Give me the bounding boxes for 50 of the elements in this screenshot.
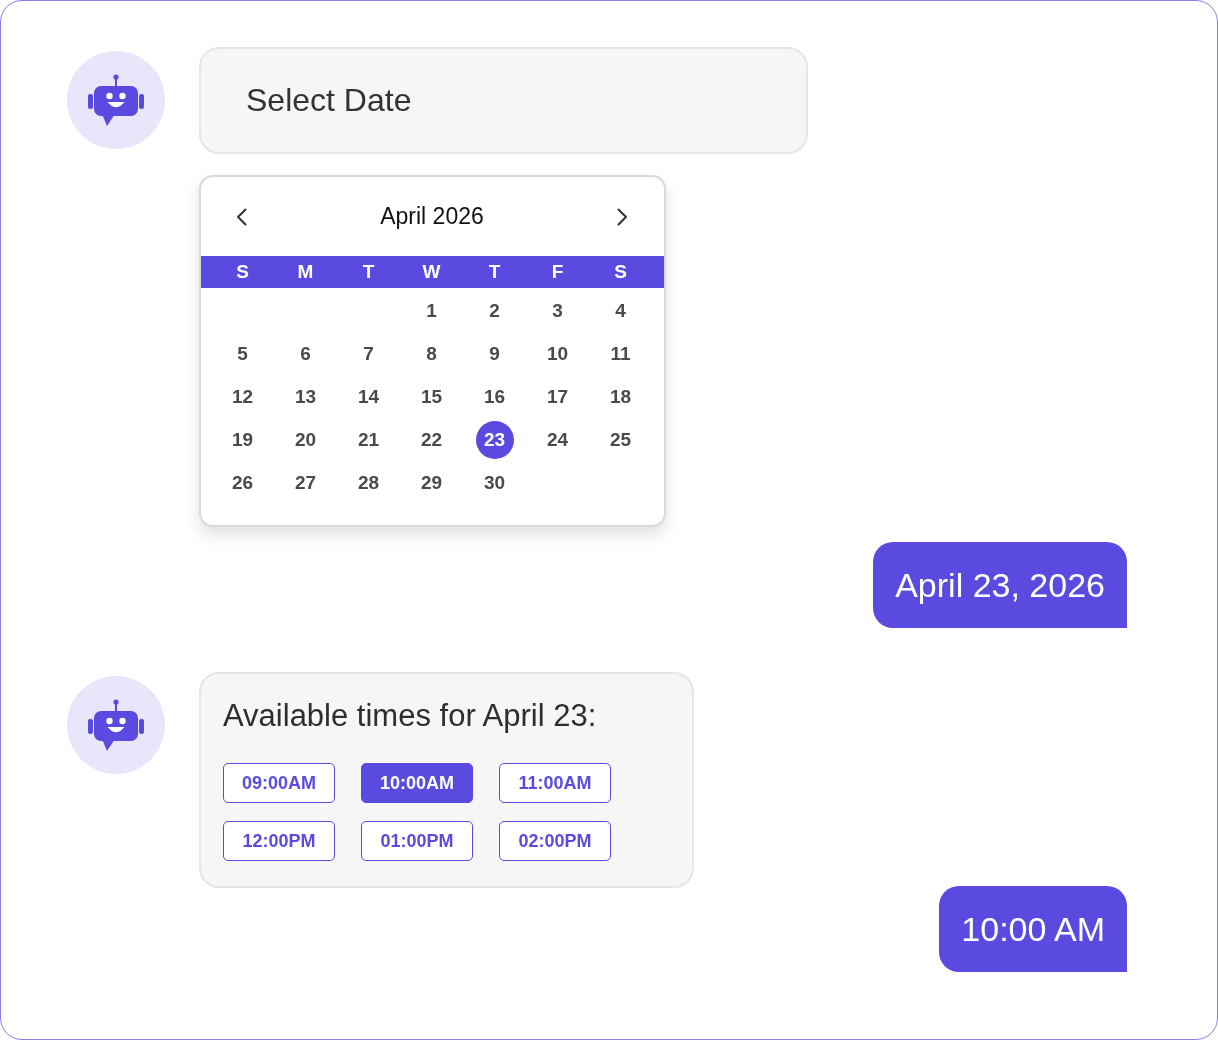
calendar-day[interactable]: 27 <box>286 463 325 502</box>
bot-message-bubble: Select Date <box>199 47 808 154</box>
calendar-day[interactable]: 24 <box>538 420 577 459</box>
time-slot-button[interactable]: 12:00PM <box>223 821 335 861</box>
weekday-label: S <box>236 261 249 283</box>
calendar-day[interactable]: 17 <box>538 377 577 416</box>
time-slot-button[interactable]: 02:00PM <box>499 821 611 861</box>
time-slot-button[interactable]: 10:00AM <box>361 763 473 803</box>
calendar-day[interactable]: 29 <box>412 463 451 502</box>
calendar-day[interactable]: 2 <box>475 291 514 330</box>
calendar-day[interactable]: 3 <box>538 291 577 330</box>
calendar-day[interactable]: 11 <box>601 334 640 373</box>
calendar-day[interactable]: 5 <box>223 334 262 373</box>
weekday-label: T <box>488 261 501 283</box>
user-message-bubble: April 23, 2026 <box>873 542 1127 628</box>
calendar-day[interactable]: 25 <box>601 420 640 459</box>
calendar-day[interactable]: 26 <box>223 463 262 502</box>
calendar-day[interactable]: 30 <box>475 463 514 502</box>
calendar-day[interactable]: 12 <box>223 377 262 416</box>
calendar-day[interactable]: 22 <box>412 420 451 459</box>
calendar-day[interactable]: 15 <box>412 377 451 416</box>
chevron-right-icon[interactable] <box>617 207 628 226</box>
weekday-label: W <box>422 261 441 283</box>
calendar-day[interactable]: 16 <box>475 377 514 416</box>
calendar-day[interactable]: 14 <box>349 377 388 416</box>
calendar-day[interactable]: 9 <box>475 334 514 373</box>
calendar-day[interactable]: 10 <box>538 334 577 373</box>
weekday-label: T <box>362 261 375 283</box>
calendar-day[interactable]: 1 <box>412 291 451 330</box>
calendar-day[interactable]: 4 <box>601 291 640 330</box>
calendar-day[interactable]: 8 <box>412 334 451 373</box>
user-message-bubble: 10:00 AM <box>939 886 1127 972</box>
time-slot-button[interactable]: 09:00AM <box>223 763 335 803</box>
chevron-left-icon[interactable] <box>236 207 247 226</box>
calendar-day[interactable]: 23 <box>475 420 514 459</box>
calendar-day[interactable]: 21 <box>349 420 388 459</box>
month-label: April 2026 <box>380 203 484 230</box>
weekday-label: M <box>297 261 314 283</box>
calendar-day[interactable]: 13 <box>286 377 325 416</box>
calendar-day[interactable]: 6 <box>286 334 325 373</box>
time-slot-button[interactable]: 11:00AM <box>499 763 611 803</box>
calendar-day[interactable]: 28 <box>349 463 388 502</box>
message-text: Available times for April 23: <box>223 698 598 734</box>
weekday-label: F <box>551 261 564 283</box>
calendar-day[interactable]: 19 <box>223 420 262 459</box>
calendar-day[interactable]: 20 <box>286 420 325 459</box>
calendar-day[interactable]: 7 <box>349 334 388 373</box>
time-slot-button[interactable]: 01:00PM <box>361 821 473 861</box>
calendar-day[interactable]: 18 <box>601 377 640 416</box>
weekday-label: S <box>614 261 627 283</box>
